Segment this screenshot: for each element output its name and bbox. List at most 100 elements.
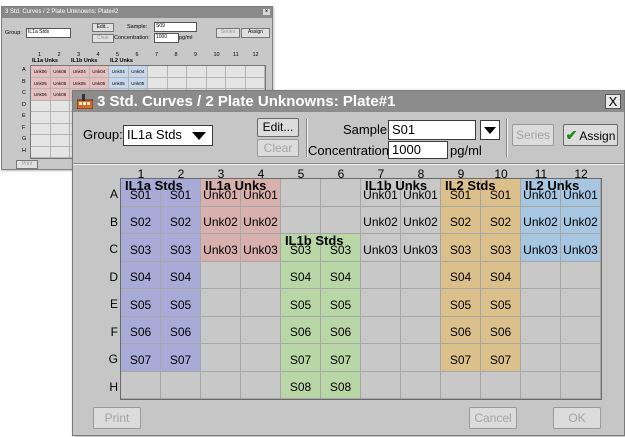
plate-well[interactable] (401, 371, 441, 399)
plate-well[interactable]: S02 (441, 206, 481, 234)
plate-well[interactable]: S08 (281, 371, 321, 399)
plate2-well[interactable] (226, 77, 246, 89)
print-button[interactable]: Print (93, 407, 141, 429)
plate-well[interactable] (361, 371, 401, 399)
clear-button[interactable]: Clear (257, 139, 299, 157)
plate-well[interactable]: S03 (161, 234, 201, 262)
plate-well[interactable] (561, 344, 601, 372)
plate-well[interactable] (161, 371, 201, 399)
plate-well[interactable]: S04 (321, 261, 361, 289)
plate-well[interactable] (561, 316, 601, 344)
plate2-well[interactable] (50, 146, 70, 158)
plate-well[interactable]: S05 (161, 289, 201, 317)
plate-well[interactable]: Unk03 (361, 234, 401, 262)
plate2-well[interactable] (187, 77, 207, 89)
plate-well[interactable]: Unk03 (241, 234, 281, 262)
plate-well[interactable]: S07 (441, 344, 481, 372)
plate2-assign-button[interactable]: Assign (241, 28, 270, 38)
plate-well[interactable] (521, 289, 561, 317)
plate-well[interactable] (561, 289, 601, 317)
plate-well[interactable]: Unk02 (561, 206, 601, 234)
plate-well[interactable]: S06 (481, 316, 521, 344)
plate-well[interactable]: S02 (121, 206, 161, 234)
plate2-well[interactable] (148, 66, 168, 78)
plate-well[interactable]: S02 (481, 206, 521, 234)
title-bar[interactable]: 3 Std. Curves / 2 Plate Unknowns: Plate#… (73, 91, 624, 112)
plate-well[interactable]: S06 (161, 316, 201, 344)
group-select[interactable]: IL1a Stds (123, 125, 213, 146)
plate-well[interactable]: S08 (321, 371, 361, 399)
plate-well[interactable]: S06 (441, 316, 481, 344)
plate-well[interactable]: S04 (281, 261, 321, 289)
plate-well[interactable] (241, 316, 281, 344)
plate-well[interactable]: S03 (481, 234, 521, 262)
plate2-well[interactable] (206, 66, 226, 78)
plate-well[interactable]: S06 (121, 316, 161, 344)
plate-well[interactable] (521, 316, 561, 344)
plate-well[interactable]: S04 (121, 261, 161, 289)
plate2-edit-button[interactable]: Edit... (92, 23, 114, 32)
plate-well[interactable]: S03 (121, 234, 161, 262)
plate-well[interactable] (401, 261, 441, 289)
plate-well[interactable] (201, 344, 241, 372)
plate-well[interactable] (521, 261, 561, 289)
row-header-F[interactable]: F (104, 325, 118, 339)
plate-well[interactable]: S07 (281, 344, 321, 372)
plate2-series-button[interactable]: Series (216, 28, 240, 38)
row-header-D[interactable]: D (104, 270, 118, 284)
plate-well[interactable] (401, 316, 441, 344)
plate2-well[interactable] (31, 146, 51, 158)
plate2-well[interactable] (187, 66, 207, 78)
plate-well[interactable]: Unk02 (201, 206, 241, 234)
plate-well[interactable] (321, 179, 361, 207)
plate-well[interactable]: S02 (161, 206, 201, 234)
plate2-print-button[interactable]: Print (16, 160, 38, 169)
cancel-button[interactable]: Cancel (469, 407, 517, 429)
plate2-well[interactable]: Unk06 (50, 89, 70, 101)
plate2-well[interactable]: Unk04 (89, 66, 109, 78)
plate-well[interactable]: Unk03 (521, 234, 561, 262)
row-header-A[interactable]: A (104, 187, 118, 201)
plate2-well[interactable]: Unk05 (50, 77, 70, 89)
plate2-well[interactable]: Unk04 (109, 66, 129, 78)
plate-well[interactable] (321, 206, 361, 234)
plate2-well[interactable] (50, 100, 70, 112)
plate-well[interactable] (201, 371, 241, 399)
plate2-well[interactable] (31, 100, 51, 112)
plate-well[interactable] (361, 344, 401, 372)
plate-well[interactable]: Unk03 (401, 234, 441, 262)
plate2-well[interactable]: Unk06 (50, 66, 70, 78)
plate-well[interactable]: Unk03 (561, 234, 601, 262)
plate-well[interactable] (481, 371, 521, 399)
plate-well[interactable]: S05 (121, 289, 161, 317)
plate-well[interactable] (441, 371, 481, 399)
plate-well[interactable]: S04 (441, 261, 481, 289)
plate-well[interactable] (281, 206, 321, 234)
plate2-well[interactable] (50, 112, 70, 124)
sample-dropdown-button[interactable] (480, 120, 500, 140)
plate-well[interactable] (401, 344, 441, 372)
plate1-window[interactable]: 3 Std. Curves / 2 Plate Unknowns: Plate#… (72, 90, 625, 436)
plate-well[interactable] (361, 261, 401, 289)
plate2-well[interactable]: Unk04 (70, 66, 90, 78)
plate-well[interactable]: S07 (161, 344, 201, 372)
plate2-sample-input[interactable]: S09 (154, 22, 197, 32)
plate-well[interactable] (201, 289, 241, 317)
plate2-well[interactable]: Unk05 (109, 77, 129, 89)
plate2-well[interactable]: Unk05 (70, 77, 90, 89)
plate-well[interactable]: Unk03 (201, 234, 241, 262)
plate2-well[interactable] (245, 77, 265, 89)
row-header-C[interactable]: C (104, 242, 118, 256)
plate-well[interactable]: S05 (481, 289, 521, 317)
concentration-input[interactable]: 1000 (388, 141, 448, 159)
row-header-B[interactable]: B (104, 215, 118, 229)
plate2-well[interactable] (167, 66, 187, 78)
plate2-well[interactable] (31, 123, 51, 135)
plate-well[interactable]: Unk02 (241, 206, 281, 234)
plate-well[interactable] (241, 261, 281, 289)
plate-well[interactable] (521, 344, 561, 372)
plate-well[interactable]: S07 (321, 344, 361, 372)
plate2-well[interactable] (226, 66, 246, 78)
plate2-well[interactable]: Unk04 (128, 66, 148, 78)
plate-well[interactable] (521, 371, 561, 399)
